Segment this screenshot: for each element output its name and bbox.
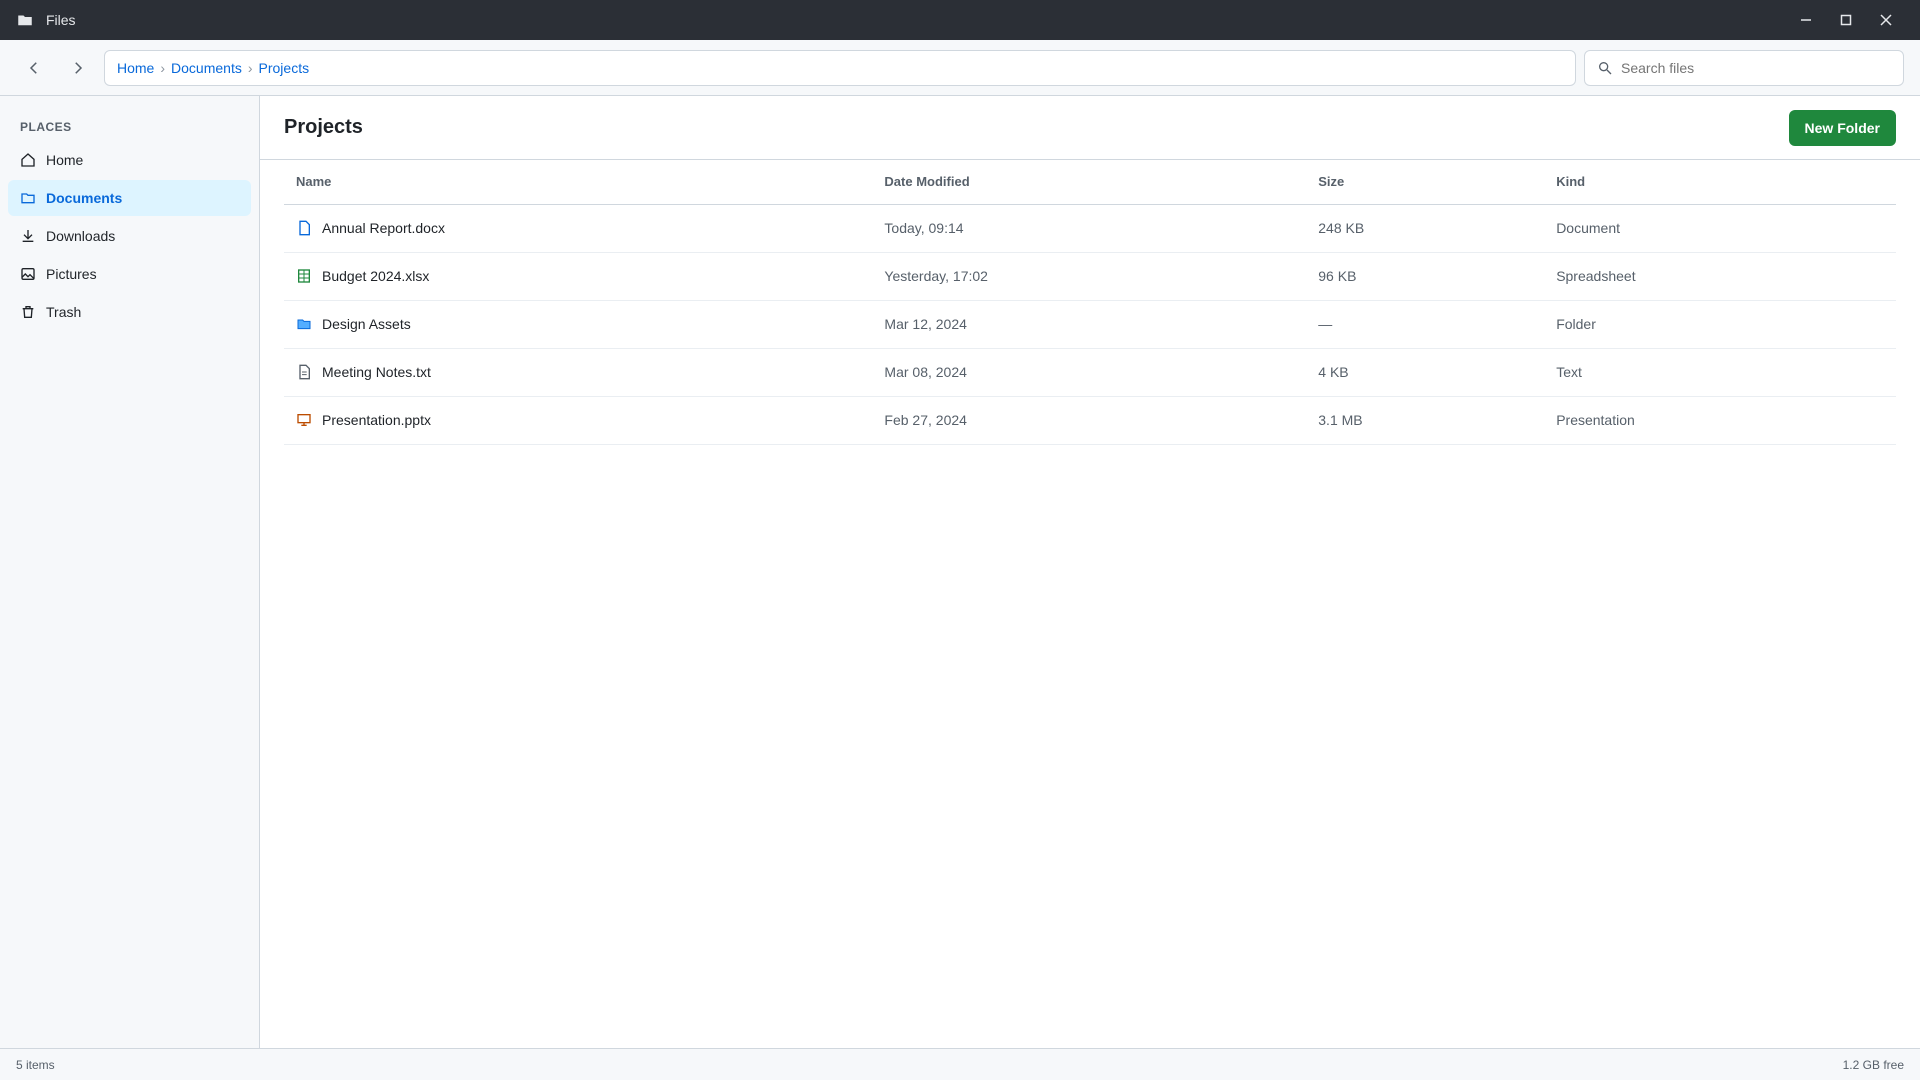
modified-cell: Yesterday, 17:02 bbox=[872, 252, 1307, 301]
folder-icon bbox=[20, 190, 36, 206]
app-window: Files Home › Documents › Projects Search… bbox=[0, 0, 1920, 1080]
back-button[interactable] bbox=[16, 50, 52, 86]
sidebar-item-trash[interactable]: Trash bbox=[8, 294, 251, 330]
content-area: Places Home Documents Downloads Pictures… bbox=[0, 96, 1920, 1048]
main-panel: Projects New Folder Name Date Modified S… bbox=[260, 96, 1920, 1048]
table-row[interactable]: Meeting Notes.txt Mar 08, 2024 4 KB Text bbox=[284, 348, 1896, 397]
sidebar-item-home[interactable]: Home bbox=[8, 142, 251, 178]
name-cell: Design Assets bbox=[284, 300, 873, 349]
title-bar: Files bbox=[0, 0, 1920, 40]
file-name: Meeting Notes.txt bbox=[322, 364, 431, 380]
table-row[interactable]: Presentation.pptx Feb 27, 2024 3.1 MB Pr… bbox=[284, 396, 1896, 445]
file-name: Presentation.pptx bbox=[322, 412, 431, 428]
app-icon bbox=[16, 11, 34, 29]
download-icon bbox=[20, 228, 36, 244]
minimize-icon bbox=[1800, 14, 1812, 26]
breadcrumb-separator: › bbox=[247, 59, 253, 76]
minimize-button[interactable] bbox=[1788, 6, 1824, 34]
forward-button[interactable] bbox=[60, 50, 96, 86]
sidebar-item-label: Trash bbox=[46, 304, 82, 320]
column-header[interactable]: Date Modified bbox=[872, 160, 1307, 205]
window-title: Files bbox=[46, 12, 76, 28]
size-cell: 4 KB bbox=[1306, 348, 1545, 397]
sidebar-heading: Places bbox=[20, 120, 72, 134]
modified-cell: Today, 09:14 bbox=[872, 204, 1307, 253]
maximize-button[interactable] bbox=[1828, 6, 1864, 34]
kind-cell: Spreadsheet bbox=[1544, 252, 1896, 301]
main-header: Projects New Folder bbox=[260, 96, 1920, 160]
kind-cell: Document bbox=[1544, 204, 1896, 253]
breadcrumb: Home › Documents › Projects bbox=[104, 49, 1576, 86]
folder-icon bbox=[296, 316, 312, 332]
size-cell: 96 KB bbox=[1306, 252, 1545, 301]
kind-cell: Text bbox=[1544, 348, 1896, 397]
maximize-icon bbox=[1840, 14, 1852, 26]
breadcrumb-item[interactable]: Home bbox=[117, 60, 154, 76]
new-folder-button[interactable]: New Folder bbox=[1788, 109, 1896, 146]
breadcrumb-separator: › bbox=[160, 59, 166, 76]
breadcrumb-item[interactable]: Documents bbox=[171, 60, 242, 76]
kind-cell: Presentation bbox=[1544, 396, 1896, 445]
item-count: 5 items bbox=[16, 1057, 55, 1072]
status-bar: 5 items 1.2 GB free bbox=[0, 1048, 1920, 1080]
free-space: 1.2 GB free bbox=[1842, 1057, 1904, 1072]
sidebar-item-label: Documents bbox=[46, 190, 123, 206]
sidebar: Places Home Documents Downloads Pictures… bbox=[0, 96, 260, 1048]
arrow-left-icon bbox=[25, 59, 43, 77]
breadcrumb-item[interactable]: Projects bbox=[259, 60, 310, 76]
file-table: Name Date Modified Size Kind Annual Repo… bbox=[284, 160, 1896, 445]
table-row[interactable]: Design Assets Mar 12, 2024 — Folder bbox=[284, 300, 1896, 349]
sidebar-item-label: Home bbox=[46, 152, 84, 168]
image-icon bbox=[20, 266, 36, 282]
sidebar-item-label: Pictures bbox=[46, 266, 97, 282]
column-header[interactable]: Size bbox=[1306, 160, 1545, 205]
modified-cell: Mar 12, 2024 bbox=[872, 300, 1307, 349]
column-header[interactable]: Kind bbox=[1544, 160, 1896, 205]
document-icon bbox=[296, 220, 312, 236]
sidebar-item-pictures[interactable]: Pictures bbox=[8, 256, 251, 292]
home-icon bbox=[20, 152, 36, 168]
sidebar-item-downloads[interactable]: Downloads bbox=[8, 218, 251, 254]
sidebar-item-label: Downloads bbox=[46, 228, 116, 244]
text-file-icon bbox=[296, 364, 312, 380]
name-cell: Presentation.pptx bbox=[284, 396, 873, 445]
name-cell: Budget 2024.xlsx bbox=[284, 252, 873, 301]
file-name: Design Assets bbox=[322, 316, 411, 332]
file-name: Budget 2024.xlsx bbox=[322, 268, 430, 284]
arrow-right-icon bbox=[69, 59, 87, 77]
close-button[interactable] bbox=[1868, 6, 1904, 34]
search-icon bbox=[1597, 60, 1613, 76]
file-name: Annual Report.docx bbox=[322, 220, 445, 236]
sidebar-item-documents[interactable]: Documents bbox=[8, 180, 251, 216]
name-cell: Annual Report.docx bbox=[284, 204, 873, 253]
close-icon bbox=[1880, 14, 1892, 26]
kind-cell: Folder bbox=[1544, 300, 1896, 349]
search-box bbox=[1584, 49, 1904, 86]
column-header[interactable]: Name bbox=[284, 160, 873, 205]
name-cell: Meeting Notes.txt bbox=[284, 348, 873, 397]
table-row[interactable]: Annual Report.docx Today, 09:14 248 KB D… bbox=[284, 204, 1896, 253]
modified-cell: Feb 27, 2024 bbox=[872, 396, 1307, 445]
search-input[interactable] bbox=[1621, 59, 1891, 76]
file-table-container: Name Date Modified Size Kind Annual Repo… bbox=[260, 160, 1920, 1048]
window-controls bbox=[1788, 6, 1904, 34]
presentation-icon bbox=[296, 412, 312, 428]
page-title: Projects bbox=[284, 116, 363, 138]
size-cell: 3.1 MB bbox=[1306, 396, 1545, 445]
modified-cell: Mar 08, 2024 bbox=[872, 348, 1307, 397]
trash-icon bbox=[20, 304, 36, 320]
table-row[interactable]: Budget 2024.xlsx Yesterday, 17:02 96 KB … bbox=[284, 252, 1896, 301]
size-cell: — bbox=[1306, 300, 1545, 349]
size-cell: 248 KB bbox=[1306, 204, 1545, 253]
toolbar: Home › Documents › Projects bbox=[0, 40, 1920, 96]
spreadsheet-icon bbox=[296, 268, 312, 284]
table-header-row: Name Date Modified Size Kind bbox=[284, 160, 1896, 205]
